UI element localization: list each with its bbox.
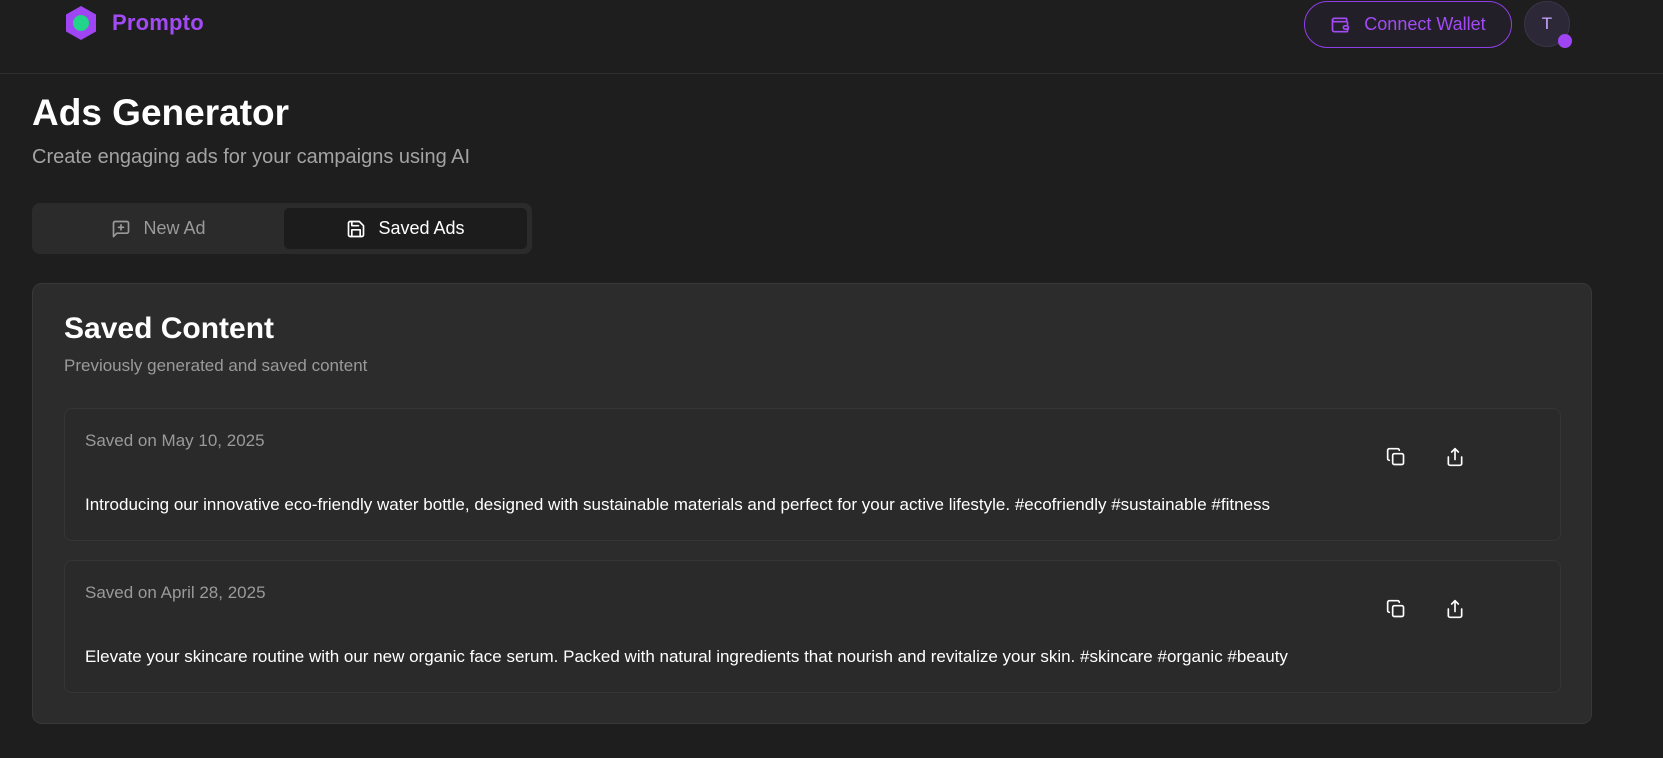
save-icon (348, 220, 365, 237)
page-title: Ads Generator (32, 92, 290, 133)
brand-logo[interactable]: Prompto (64, 5, 204, 41)
message-plus-icon (113, 220, 130, 237)
saved-ad-item: Saved on April 28, 2025 Elevate your ski… (64, 560, 1561, 693)
saved-date: Saved on April 28, 2025 (85, 583, 266, 602)
copy-button[interactable] (1378, 591, 1414, 627)
saved-ad-item: Saved on May 10, 2025 Introducing our in… (64, 408, 1561, 541)
ad-tabs: New Ad Saved Ads (32, 203, 532, 254)
logo-hexagon-icon (66, 6, 96, 40)
tab-saved-ads-label: Saved Ads (378, 218, 465, 238)
share-button[interactable] (1437, 591, 1473, 627)
page-subtitle: Create engaging ads for your campaigns u… (32, 146, 471, 168)
saved-ad-text: Elevate your skincare routine with our n… (85, 647, 1288, 666)
tab-new-ad-label: New Ad (143, 218, 206, 238)
saved-date: Saved on May 10, 2025 (85, 431, 265, 450)
saved-content-description: Previously generated and saved content (64, 356, 368, 375)
share-icon (1447, 447, 1463, 467)
copy-button[interactable] (1378, 439, 1414, 475)
copy-icon (1386, 599, 1405, 618)
avatar-initial: T (1541, 14, 1553, 33)
saved-content-card: Saved Content Previously generated and s… (32, 283, 1592, 724)
saved-ad-text: Introducing our innovative eco-friendly … (85, 495, 1270, 514)
share-button[interactable] (1437, 439, 1473, 475)
brand-name: Prompto (112, 10, 204, 35)
top-header: Prompto Connect Wallet T (0, 0, 1663, 74)
copy-icon (1386, 447, 1405, 466)
wallet-icon (1331, 17, 1350, 32)
saved-content-title: Saved Content (64, 312, 275, 345)
online-status-dot (1558, 34, 1572, 48)
share-icon (1447, 599, 1463, 619)
connect-wallet-button[interactable]: Connect Wallet (1304, 1, 1512, 48)
tab-new-ad[interactable]: New Ad (37, 208, 280, 249)
connect-wallet-label: Connect Wallet (1364, 14, 1486, 34)
tab-saved-ads[interactable]: Saved Ads (284, 208, 527, 249)
